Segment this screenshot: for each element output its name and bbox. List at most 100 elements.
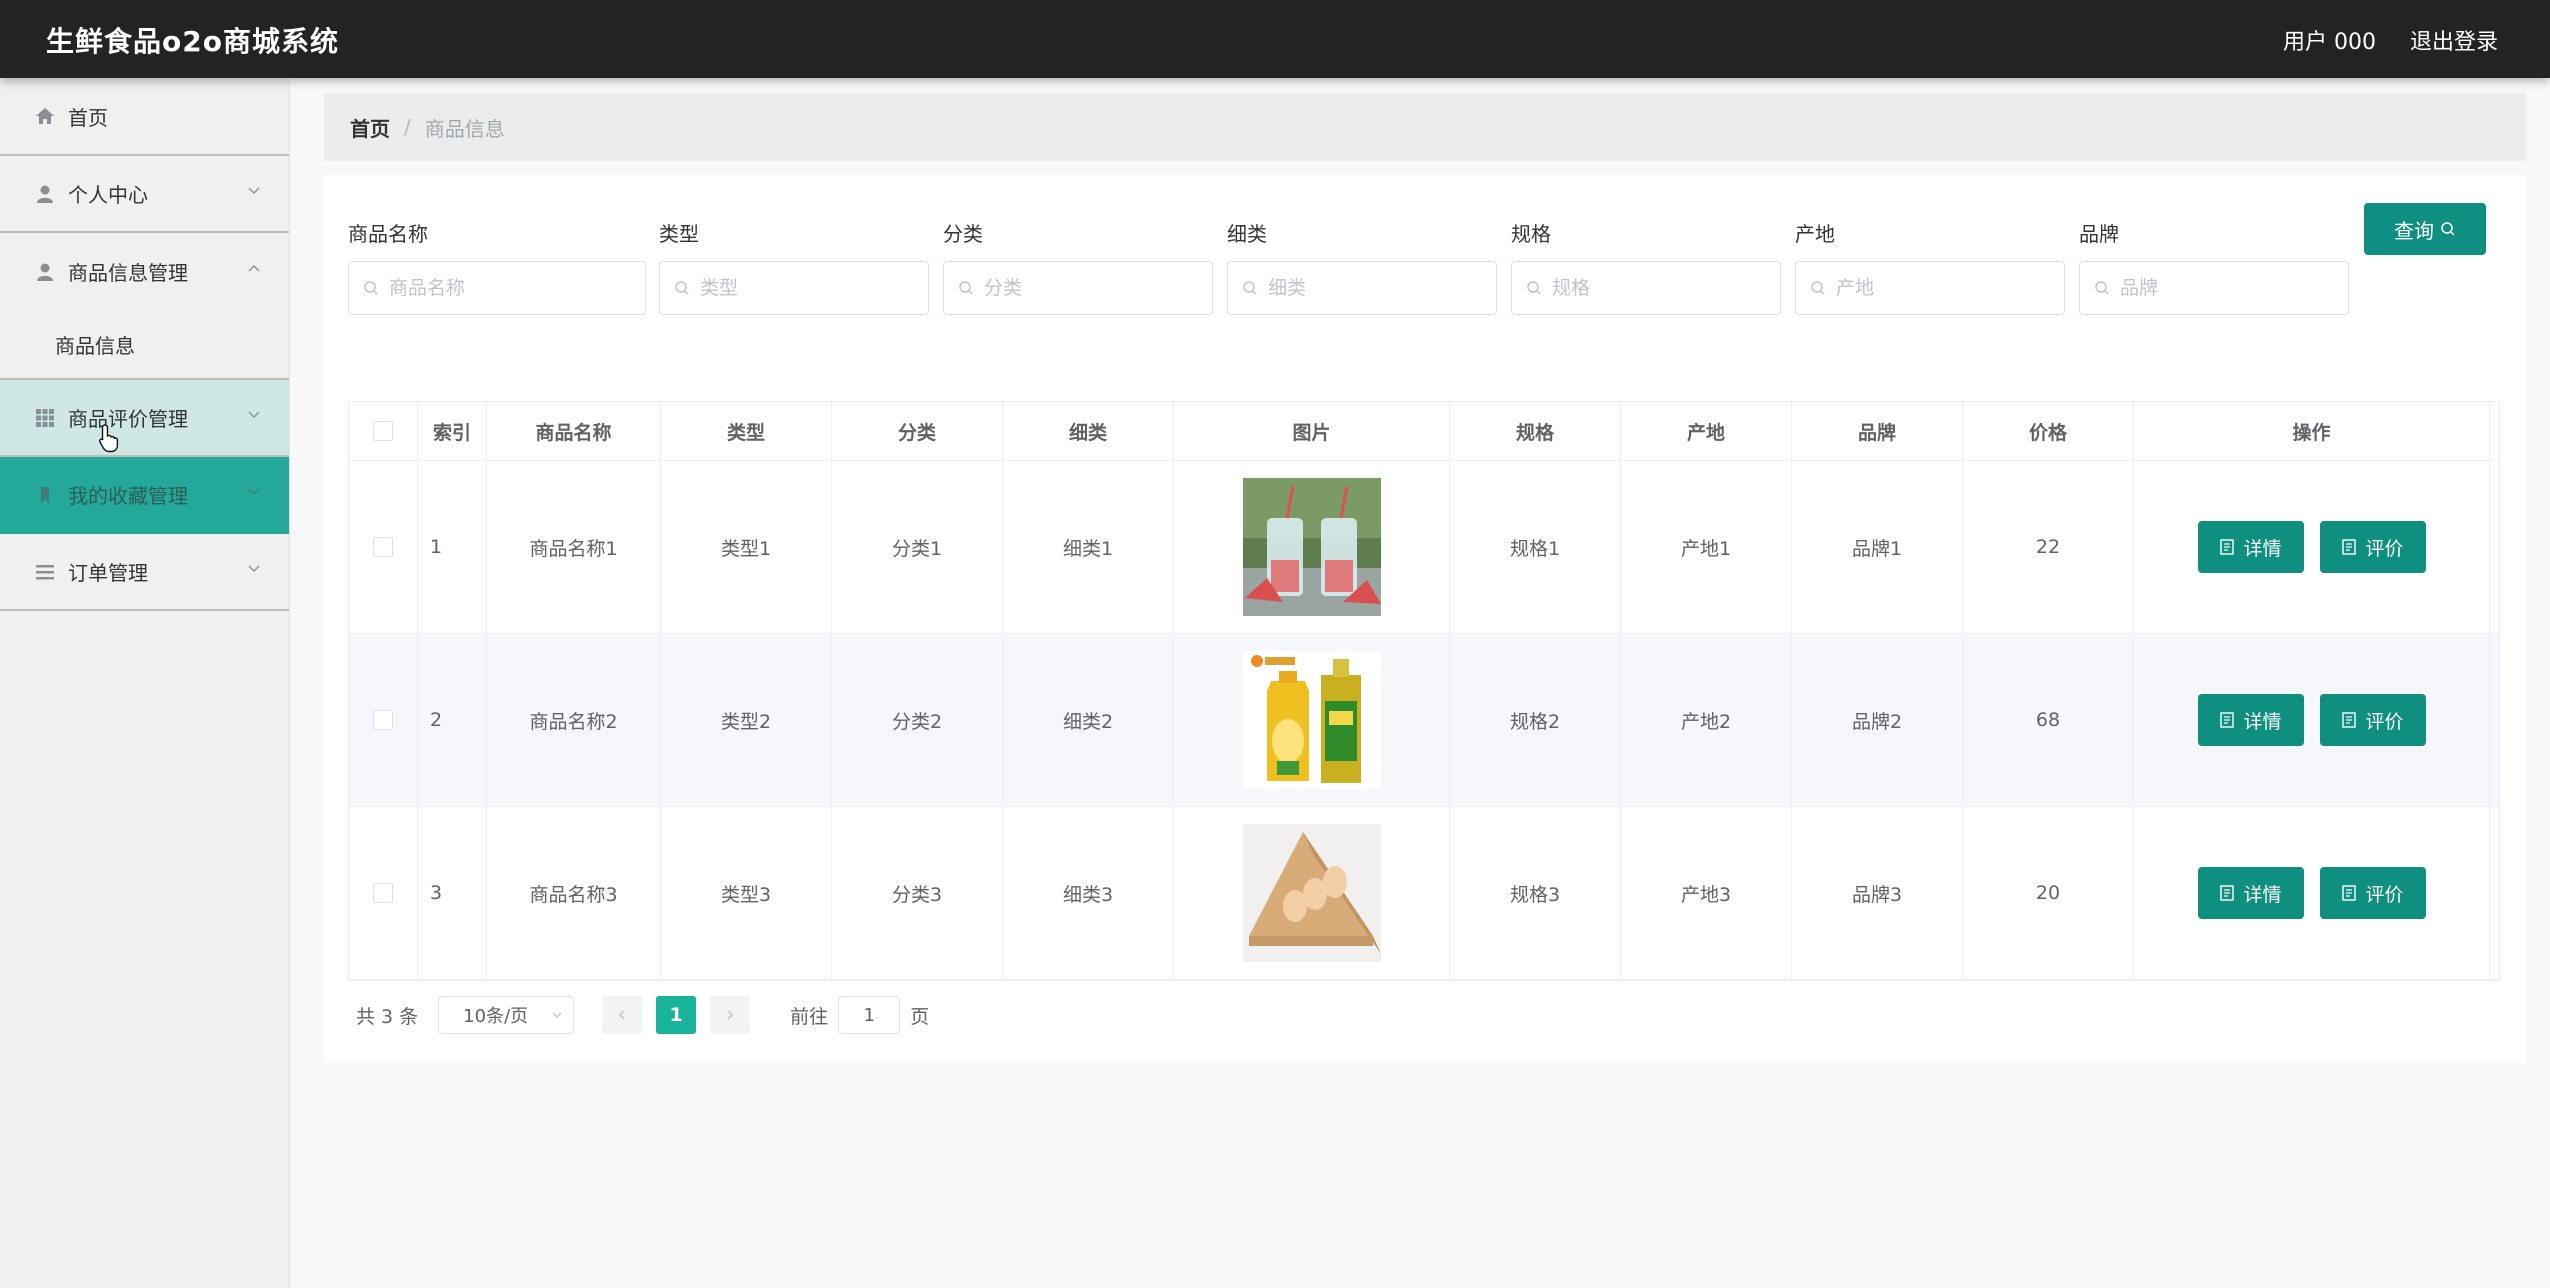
next-page-button[interactable] [710,996,751,1034]
query-button[interactable]: 查询 [2364,203,2486,255]
subcategory-cell: 细类2 [1003,634,1174,806]
category-cell: 分类3 [832,807,1003,979]
subcategory-cell: 细类3 [1003,807,1174,979]
goto-page-field[interactable] [838,996,901,1034]
filter-brand: 品牌 [2079,219,2349,315]
sidebar: 首页 个人中心 商品信息管理 商品信息 商品评价管理 我的收藏管理 订单管理 [0,78,290,1288]
review-button[interactable]: 评价 [2319,694,2426,746]
page-size-select[interactable]: 10条/页 [438,996,575,1034]
image-cell [1174,807,1450,979]
type-cell: 类型2 [661,634,832,806]
sidebar-item-label: 订单管理 [68,561,148,585]
filter-label: 商品名称 [348,222,428,246]
search-icon [2441,222,2455,236]
product-name-input[interactable] [387,276,617,300]
price-cell: 20 [1963,807,2134,979]
actions-cell: 详情 评价 [2134,807,2490,979]
breadcrumb-separator: / [404,115,411,139]
product-image [1242,478,1381,616]
subcategory-search-field[interactable] [1227,261,1497,315]
filter-label: 分类 [943,222,983,246]
page-size-value: 10条/页 [463,1006,529,1027]
detail-button[interactable]: 详情 [2197,521,2304,573]
search-icon [1527,281,1541,295]
select-all-cell [349,402,418,460]
review-button[interactable]: 评价 [2319,521,2426,573]
select-all-checkbox[interactable] [373,421,393,441]
prev-page-button[interactable] [602,996,643,1034]
origin-search-field[interactable] [1795,261,2065,315]
home-icon [34,105,56,127]
table-header: 索引 商品名称 类型 分类 细类 图片 规格 产地 品牌 价格 操作 [349,402,2499,461]
index-cell: 1 [418,461,487,633]
document-icon [2220,539,2235,555]
origin-cell: 产地1 [1621,461,1792,633]
detail-button-label: 详情 [2243,883,2282,906]
search-icon [675,281,689,295]
search-icon [1243,281,1257,295]
origin-input[interactable] [1834,276,2042,300]
page-unit-label: 页 [910,1005,930,1028]
document-icon [2342,712,2357,728]
category-search-field[interactable] [943,261,1213,315]
filter-origin: 产地 [1795,219,2065,315]
brand-cell: 品牌2 [1792,634,1963,806]
sidebar-item-label: 个人中心 [68,183,148,207]
sidebar-item-personal-center[interactable]: 个人中心 [0,156,289,233]
column-header: 规格 [1450,402,1621,460]
filter-label: 细类 [1227,222,1267,246]
query-button-label: 查询 [2394,218,2434,243]
actions-cell: 详情 评价 [2134,461,2490,633]
document-icon [2220,885,2235,901]
product-name-search-field[interactable] [348,261,646,315]
sidebar-item-my-favorites-management[interactable]: 我的收藏管理 [0,457,289,534]
category-input[interactable] [982,276,1190,300]
logout-button[interactable]: 退出登录 [2410,24,2498,56]
document-icon [2220,712,2235,728]
sidebar-item-home[interactable]: 首页 [0,78,289,156]
brand-search-field[interactable] [2079,261,2349,315]
search-icon [959,281,973,295]
goto-page-input[interactable] [847,1003,892,1027]
spec-cell: 规格3 [1450,807,1621,979]
image-cell [1174,461,1450,633]
breadcrumb-home[interactable]: 首页 [350,113,390,142]
chevron-down-icon [248,488,260,496]
row-checkbox[interactable] [373,537,393,557]
detail-button[interactable]: 详情 [2197,694,2304,746]
subcategory-input[interactable] [1266,276,1474,300]
current-user: 用户 000 [2283,30,2376,55]
chevron-right-icon [727,1010,734,1020]
product-image [1242,651,1381,789]
column-header: 产地 [1621,402,1792,460]
product-table: 索引 商品名称 类型 分类 细类 图片 规格 产地 品牌 价格 操作 1 商品名… [348,401,2500,981]
chevron-down-icon [248,411,260,419]
page-number-current[interactable]: 1 [656,996,697,1034]
category-cell: 分类2 [832,634,1003,806]
sidebar-item-product-info-management[interactable]: 商品信息管理 [0,233,289,310]
sidebar-item-product-review-management[interactable]: 商品评价管理 [0,380,289,457]
detail-button-label: 详情 [2243,537,2282,560]
spec-cell: 规格1 [1450,461,1621,633]
review-button[interactable]: 评价 [2319,867,2426,919]
detail-button[interactable]: 详情 [2197,867,2304,919]
type-search-field[interactable] [659,261,929,315]
spec-input[interactable] [1550,276,1758,300]
spec-search-field[interactable] [1511,261,1781,315]
table-row: 3 商品名称3 类型3 分类3 细类3 规格3 产地3 品牌3 20 详情 评价 [349,807,2499,980]
user-icon [34,183,56,205]
type-cell: 类型3 [661,807,832,979]
sidebar-item-order-management[interactable]: 订单管理 [0,534,289,611]
review-button-label: 评价 [2365,710,2404,733]
review-button-label: 评价 [2365,883,2404,906]
row-checkbox[interactable] [373,710,393,730]
type-input[interactable] [698,276,906,300]
brand-input[interactable] [2118,276,2326,300]
product-image [1242,824,1381,962]
filter-label: 类型 [659,222,699,246]
column-header: 细类 [1003,402,1174,460]
table-row: 1 商品名称1 类型1 分类1 细类1 规格1 产地1 品牌1 22 详情 评价 [349,461,2499,634]
user-icon [34,261,56,283]
row-checkbox[interactable] [373,883,393,903]
sidebar-subitem-product-info[interactable]: 商品信息 [0,310,289,380]
